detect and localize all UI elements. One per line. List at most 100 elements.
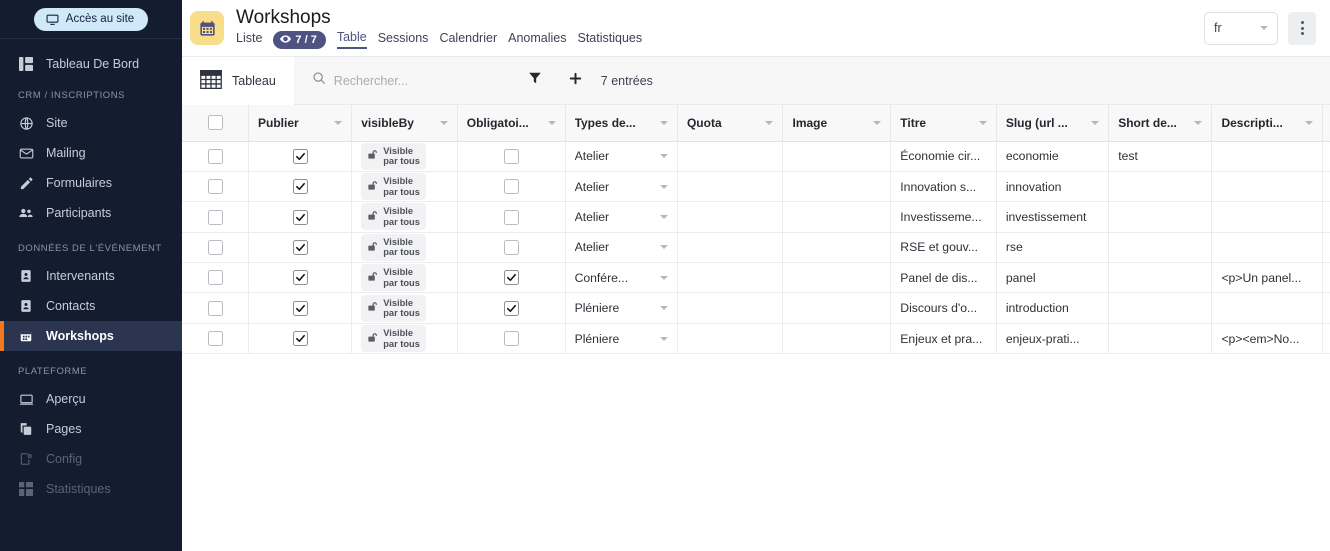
obligatoire-checkbox[interactable] [504, 301, 519, 316]
cell-speakers[interactable] [1322, 263, 1330, 293]
obligatoire-checkbox[interactable] [504, 270, 519, 285]
cell-types[interactable]: Confére... [565, 263, 677, 293]
cell-titre[interactable]: RSE et gouv... [891, 232, 997, 262]
cell-description[interactable] [1212, 202, 1322, 232]
cell-description[interactable] [1212, 232, 1322, 262]
types-select[interactable]: Atelier [575, 210, 668, 224]
row-select-checkbox[interactable] [208, 331, 223, 346]
table-row[interactable]: Visiblepar tousPléniereEnjeux et pra...e… [182, 323, 1330, 353]
cell-obligatoire[interactable] [457, 323, 565, 353]
select-all-checkbox[interactable] [208, 115, 223, 130]
col-header-types[interactable]: Types de... [565, 105, 677, 141]
publier-checkbox[interactable] [293, 149, 308, 164]
cell-obligatoire[interactable] [457, 293, 565, 323]
row-select-checkbox[interactable] [208, 210, 223, 225]
language-select[interactable]: fr [1204, 12, 1278, 45]
col-header-visibleby[interactable]: visibleBy [352, 105, 458, 141]
cell-slug[interactable]: panel [996, 263, 1108, 293]
visibility-chip[interactable]: Visiblepar tous [361, 203, 426, 230]
cell-slug[interactable]: innovation [996, 171, 1108, 201]
cell-speakers[interactable] [1322, 171, 1330, 201]
add-button[interactable] [563, 68, 589, 94]
cell-image[interactable] [783, 141, 891, 171]
tab-table[interactable]: Table [337, 30, 367, 49]
row-select-checkbox[interactable] [208, 270, 223, 285]
row-select-cell[interactable] [182, 323, 249, 353]
cell-publier[interactable] [249, 171, 352, 201]
cell-quota[interactable] [677, 141, 783, 171]
cell-titre[interactable]: Enjeux et pra... [891, 323, 997, 353]
cell-publier[interactable] [249, 232, 352, 262]
visibility-chip[interactable]: Visiblepar tous [361, 143, 426, 170]
cell-titre[interactable]: Économie cir... [891, 141, 997, 171]
cell-short-description[interactable] [1109, 293, 1212, 323]
cell-short-description[interactable]: test [1109, 141, 1212, 171]
cell-description[interactable]: <p><em>No... [1212, 323, 1322, 353]
cell-publier[interactable] [249, 141, 352, 171]
cell-visibleby[interactable]: Visiblepar tous [352, 202, 458, 232]
cell-quota[interactable] [677, 202, 783, 232]
col-header-slug[interactable]: Slug (url ... [996, 105, 1108, 141]
cell-image[interactable] [783, 171, 891, 201]
cell-quota[interactable] [677, 171, 783, 201]
cell-short-description[interactable] [1109, 171, 1212, 201]
cell-obligatoire[interactable] [457, 171, 565, 201]
obligatoire-checkbox[interactable] [504, 331, 519, 346]
cell-image[interactable] [783, 293, 891, 323]
tab-anomalies[interactable]: Anomalies [508, 31, 566, 48]
row-select-cell[interactable] [182, 171, 249, 201]
publier-checkbox[interactable] [293, 240, 308, 255]
cell-quota[interactable] [677, 232, 783, 262]
cell-slug[interactable]: introduction [996, 293, 1108, 323]
filter-button[interactable] [522, 68, 548, 94]
cell-visibleby[interactable]: Visiblepar tous [352, 263, 458, 293]
row-select-checkbox[interactable] [208, 301, 223, 316]
cell-image[interactable] [783, 202, 891, 232]
cell-image[interactable] [783, 323, 891, 353]
tab-statistiques[interactable]: Statistiques [577, 31, 642, 48]
sidebar-item-apercu[interactable]: Aperçu [0, 384, 182, 414]
col-header-speakers[interactable]: Speakers [1322, 105, 1330, 141]
obligatoire-checkbox[interactable] [504, 240, 519, 255]
cell-speakers[interactable] [1322, 141, 1330, 171]
cell-publier[interactable] [249, 323, 352, 353]
cell-visibleby[interactable]: Visiblepar tous [352, 323, 458, 353]
cell-publier[interactable] [249, 263, 352, 293]
sidebar-item-dashboard[interactable]: Tableau De Bord [0, 41, 182, 75]
sidebar-item-config[interactable]: Config [0, 444, 182, 474]
sidebar-item-pages[interactable]: Pages [0, 414, 182, 444]
cell-speakers[interactable] [1322, 232, 1330, 262]
cell-obligatoire[interactable] [457, 141, 565, 171]
tab-calendrier[interactable]: Calendrier [439, 31, 497, 48]
row-select-cell[interactable] [182, 232, 249, 262]
cell-description[interactable] [1212, 141, 1322, 171]
cell-description[interactable]: <p>Un panel... [1212, 263, 1322, 293]
cell-slug[interactable]: investissement [996, 202, 1108, 232]
table-scroll-area[interactable]: Publier visibleBy Obligatoi... Types de.… [182, 105, 1330, 551]
visibility-chip[interactable]: Visiblepar tous [361, 173, 426, 200]
search-box[interactable] [312, 71, 504, 90]
cell-short-description[interactable] [1109, 263, 1212, 293]
cell-titre[interactable]: Investisseme... [891, 202, 997, 232]
cell-visibleby[interactable]: Visiblepar tous [352, 171, 458, 201]
row-select-cell[interactable] [182, 141, 249, 171]
types-select[interactable]: Pléniere [575, 332, 668, 346]
row-select-checkbox[interactable] [208, 179, 223, 194]
cell-obligatoire[interactable] [457, 232, 565, 262]
visibility-count-badge[interactable]: 7 / 7 [273, 31, 325, 49]
cell-visibleby[interactable]: Visiblepar tous [352, 293, 458, 323]
cell-types[interactable]: Atelier [565, 141, 677, 171]
col-header-select-all[interactable] [182, 105, 249, 141]
cell-types[interactable]: Atelier [565, 202, 677, 232]
cell-quota[interactable] [677, 293, 783, 323]
sidebar-item-mailing[interactable]: Mailing [0, 138, 182, 168]
cell-obligatoire[interactable] [457, 202, 565, 232]
search-input[interactable] [334, 74, 504, 88]
cell-short-description[interactable] [1109, 202, 1212, 232]
cell-speakers[interactable] [1322, 293, 1330, 323]
sidebar-item-participants[interactable]: Participants [0, 198, 182, 228]
types-select[interactable]: Pléniere [575, 301, 668, 315]
col-header-obligatoire[interactable]: Obligatoi... [457, 105, 565, 141]
types-select[interactable]: Atelier [575, 180, 668, 194]
cell-quota[interactable] [677, 263, 783, 293]
